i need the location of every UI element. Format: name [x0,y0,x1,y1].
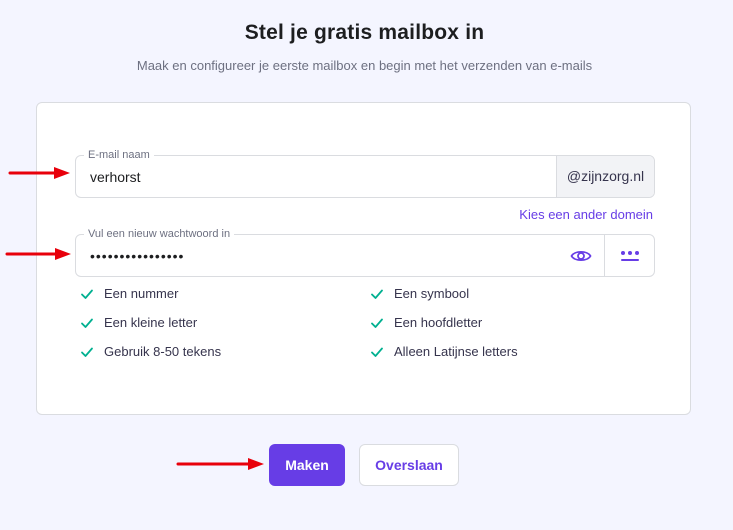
page-subtitle: Maak en configureer je eerste mailbox en… [136,58,593,73]
requirement-label: Een nummer [104,286,179,301]
show-password-button[interactable] [558,235,604,276]
check-icon [81,289,93,299]
requirement-item: Een kleine letter [80,315,197,330]
check-icon [371,318,383,328]
requirement-item: Een symbool [370,286,469,301]
requirement-item: Een nummer [80,286,178,301]
requirement-item: Alleen Latijnse letters [370,344,518,359]
domain-suffix: @zijnzorg.nl [556,156,654,197]
requirement-label: Gebruik 8-50 tekens [104,344,222,359]
email-name-field: E-mail naam @zijnzorg.nl [75,148,655,198]
requirement-item: Gebruik 8-50 tekens [80,344,221,359]
mailbox-setup-card: E-mail naam @zijnzorg.nl Kies een ander … [36,102,691,415]
annotation-arrow-icon [8,167,70,179]
password-field: Vul een nieuw wachtwoord in [75,227,655,277]
requirement-label: Een hoofdletter [394,315,483,330]
password-input[interactable] [76,235,546,276]
requirement-label: Een symbool [394,286,470,301]
check-icon [371,347,383,357]
skip-button[interactable]: Overslaan [359,444,459,486]
annotation-arrow-icon [5,248,71,260]
dots-icon [620,250,639,261]
requirement-label: Een kleine letter [104,315,198,330]
check-icon [81,347,93,357]
annotation-arrow-icon [176,458,264,470]
check-icon [371,289,383,299]
email-name-input[interactable] [76,156,556,197]
generate-password-button[interactable] [604,235,654,276]
requirement-item: Een hoofdletter [370,315,482,330]
create-button[interactable]: Maken [269,444,345,486]
change-domain-link[interactable]: Kies een ander domein [519,207,653,222]
eye-icon [570,250,592,261]
check-icon [81,318,93,328]
requirement-label: Alleen Latijnse letters [394,344,518,359]
page-title: Stel je gratis mailbox in [244,21,485,44]
